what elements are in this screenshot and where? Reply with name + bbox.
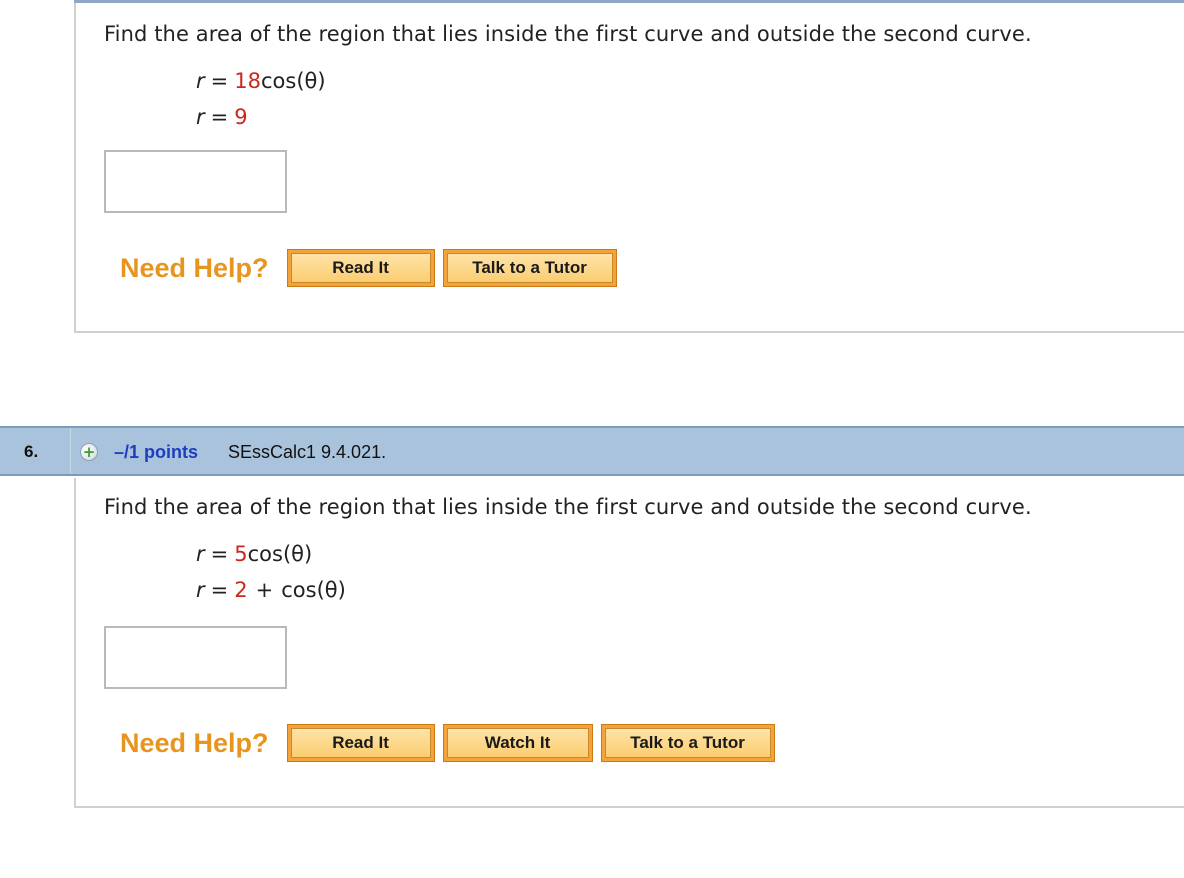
need-help-label: Need Help? (120, 252, 269, 283)
question-5-help-row: Need Help? Read It Talk to a Tutor (120, 249, 625, 287)
question-5-prompt: Find the area of the region that lies in… (104, 22, 1032, 46)
eq-function: cos(θ) (281, 578, 346, 602)
eq-function: cos(θ) (260, 69, 326, 93)
question-6-panel: Find the area of the region that lies in… (74, 478, 1184, 808)
eq-variable: r (196, 542, 205, 566)
question-6-answer-input[interactable] (104, 626, 287, 689)
eq-operator: = (210, 105, 229, 129)
talk-to-tutor-button[interactable]: Talk to a Tutor (600, 724, 775, 762)
eq-variable: r (196, 105, 205, 129)
read-it-button[interactable]: Read It (286, 724, 435, 762)
talk-to-tutor-label: Talk to a Tutor (446, 253, 613, 283)
question-5-equation-2: r = 9 (196, 105, 248, 129)
eq-given-value: 9 (234, 105, 248, 129)
eq-operator: = (210, 578, 229, 602)
question-points[interactable]: –/1 points (114, 442, 198, 463)
eq-operator: = (210, 542, 229, 566)
question-6-header: 6. + –/1 points SEssCalc1 9.4.021. (0, 426, 1184, 476)
question-reference: SEssCalc1 9.4.021. (228, 442, 387, 462)
webassign-page: Find the area of the region that lies in… (0, 0, 1184, 878)
expand-plus-icon[interactable]: + (80, 443, 98, 461)
talk-to-tutor-button[interactable]: Talk to a Tutor (442, 249, 617, 287)
eq-function: cos(θ) (247, 542, 313, 566)
question-6-help-row: Need Help? Read It Watch It Talk to a Tu… (120, 724, 783, 762)
eq-given-value: 5 (234, 542, 248, 566)
read-it-label: Read It (290, 728, 431, 758)
eq-variable: r (196, 69, 205, 93)
question-6-equation-1: r = 5cos(θ) (196, 542, 312, 566)
eq-operator: = (210, 69, 229, 93)
question-6-prompt: Find the area of the region that lies in… (104, 495, 1032, 519)
eq-given-value: 18 (234, 69, 261, 93)
eq-variable: r (196, 578, 205, 602)
question-5-panel: Find the area of the region that lies in… (74, 3, 1184, 333)
read-it-button[interactable]: Read It (286, 249, 435, 287)
question-6-equation-2: r = 2 + cos(θ) (196, 578, 346, 602)
eq-plus-sign: + (255, 578, 274, 602)
header-divider (70, 428, 71, 474)
watch-it-label: Watch It (446, 728, 589, 758)
watch-it-button[interactable]: Watch It (442, 724, 593, 762)
talk-to-tutor-label: Talk to a Tutor (604, 728, 771, 758)
question-5-equation-1: r = 18cos(θ) (196, 69, 326, 93)
read-it-label: Read It (290, 253, 431, 283)
eq-given-value: 2 (234, 578, 248, 602)
question-5-answer-input[interactable] (104, 150, 287, 213)
question-number: 6. (24, 442, 39, 461)
need-help-label: Need Help? (120, 727, 269, 758)
